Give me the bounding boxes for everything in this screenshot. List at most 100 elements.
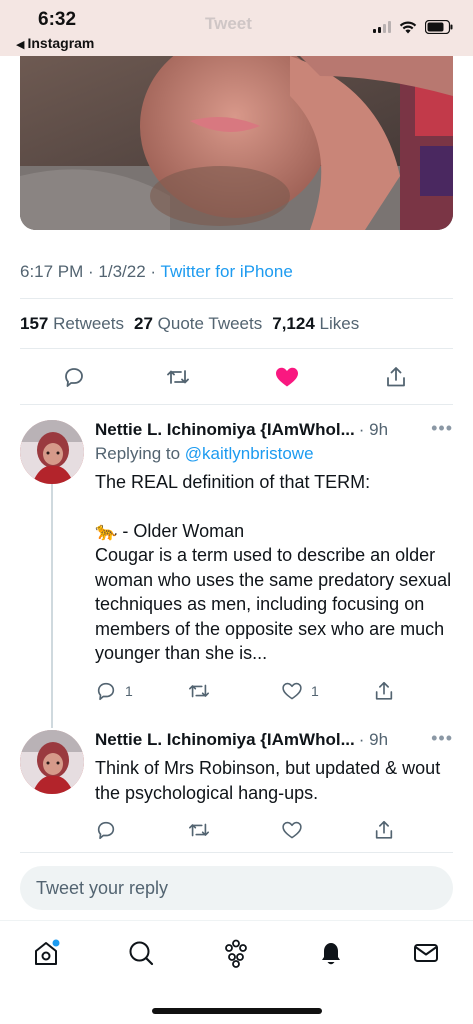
more-options-icon[interactable]: ••• <box>431 418 453 439</box>
tab-messages[interactable] <box>406 933 446 973</box>
share-button[interactable] <box>373 819 395 841</box>
quotes-label: Quote Tweets <box>157 314 263 333</box>
reply-action-bar <box>95 819 453 847</box>
like-button[interactable]: 1 <box>281 680 319 702</box>
leopard-emoji: 🐆 <box>95 520 118 541</box>
replying-handle-link[interactable]: @kaitlynbristowe <box>185 444 314 463</box>
bell-filled-icon <box>322 943 340 965</box>
retweet-button[interactable] <box>187 819 211 841</box>
wifi-icon <box>399 21 417 33</box>
reply-text: The REAL definition of that TERM: 🐆 - Ol… <box>95 470 453 666</box>
status-time: 6:32 <box>38 9 77 30</box>
share-icon <box>387 367 405 387</box>
reply-header: Nettie L. Ichinomiya {IAmWhol... · 9h ••… <box>95 418 453 440</box>
reply-line: Cougar is a term used to describe an old… <box>95 545 452 663</box>
share-button[interactable] <box>379 360 413 394</box>
reply-line: The REAL definition of that TERM: <box>95 472 371 492</box>
like-count: 1 <box>311 682 319 699</box>
reply-content: Nettie L. Ichinomiya {IAmWhol... · 9h ••… <box>95 728 453 847</box>
divider <box>20 404 453 405</box>
reply-text: Think of Mrs Robinson, but updated & wou… <box>95 756 453 805</box>
tweet-timestamp: 6:17 PM · 1/3/22 · Twitter for iPhone <box>20 262 293 281</box>
home-icon <box>35 939 60 965</box>
reply-line: 🐆 - Older Woman <box>95 519 453 544</box>
tab-notifications[interactable] <box>311 933 351 973</box>
reply-icon <box>97 821 115 840</box>
reply-icon <box>65 368 83 387</box>
tweet-action-bar <box>20 360 453 396</box>
home-indicator[interactable] <box>152 1008 322 1014</box>
avatar[interactable] <box>20 420 84 484</box>
retweets-count: 157 <box>20 314 49 333</box>
replying-prefix: Replying to <box>95 444 185 463</box>
reply-input[interactable] <box>20 866 453 910</box>
header-title: Tweet <box>205 14 252 33</box>
tweet-source-link[interactable]: Twitter for iPhone <box>161 262 293 281</box>
tab-home[interactable] <box>26 933 66 973</box>
like-button[interactable] <box>270 360 304 394</box>
likes-stat[interactable]: 7,124 Likes <box>272 314 359 334</box>
search-icon <box>129 941 154 966</box>
spaces-icon <box>225 939 247 968</box>
reply-line-text: - Older Woman <box>117 520 245 541</box>
tweet-date: 1/3/22 <box>98 262 146 281</box>
mail-icon <box>414 944 438 962</box>
likes-label: Likes <box>319 314 360 333</box>
retweet-icon <box>167 370 189 384</box>
retweets-label: Retweets <box>53 314 124 333</box>
divider <box>20 348 453 349</box>
retweet-icon <box>189 823 209 837</box>
reply-content: Nettie L. Ichinomiya {IAmWhol... · 9h ••… <box>95 418 453 708</box>
likes-count: 7,124 <box>272 314 315 333</box>
heart-filled-icon <box>276 367 298 387</box>
reply-time: · 9h <box>358 420 389 439</box>
share-icon <box>375 681 393 700</box>
reply-button[interactable] <box>57 360 91 394</box>
heart-icon <box>282 682 302 699</box>
bottom-tab-bar <box>0 920 473 980</box>
author-name[interactable]: Nettie L. Ichinomiya {IAmWhol... <box>95 420 355 440</box>
reply-header: Nettie L. Ichinomiya {IAmWhol... · 9h ••… <box>95 728 453 750</box>
reply-count: 1 <box>125 682 133 699</box>
reply-icon <box>97 682 115 700</box>
back-to-app-link[interactable]: ◀ Instagram <box>16 35 94 51</box>
tweet-media-image[interactable] <box>20 56 453 230</box>
reply-button[interactable]: 1 <box>95 680 133 702</box>
photo-illustration <box>20 56 453 230</box>
reply-button[interactable] <box>95 819 117 841</box>
more-options-icon[interactable]: ••• <box>431 728 453 749</box>
quotes-count: 27 <box>133 314 153 333</box>
avatar[interactable] <box>20 730 84 794</box>
like-button[interactable] <box>281 819 303 841</box>
back-app-label: Instagram <box>27 35 95 51</box>
reply-line: Think of Mrs Robinson, but updated & wou… <box>95 758 441 803</box>
tab-spaces[interactable] <box>216 933 256 973</box>
retweet-icon <box>189 684 209 697</box>
reply-action-bar: 1 1 <box>95 680 453 708</box>
status-bar: 6:32 Tweet ◀ Instagram <box>0 0 473 56</box>
thread-connector-line <box>51 484 53 728</box>
retweet-button[interactable] <box>187 680 211 702</box>
reply-time: · 9h <box>358 730 389 749</box>
share-icon <box>375 820 393 839</box>
heart-icon <box>282 821 302 839</box>
cellular-signal-icon <box>373 21 391 33</box>
tweet-time: 6:17 PM <box>20 262 84 281</box>
status-icons <box>373 20 453 34</box>
avatar-image <box>20 420 84 484</box>
divider <box>20 298 453 299</box>
author-name[interactable]: Nettie L. Ichinomiya {IAmWhol... <box>95 730 355 750</box>
retweet-button[interactable] <box>161 360 195 394</box>
retweets-stat[interactable]: 157 Retweets <box>20 314 124 334</box>
divider <box>20 852 453 853</box>
back-triangle-icon: ◀ <box>16 39 25 51</box>
reply-composer[interactable] <box>20 866 453 910</box>
quote-tweets-stat[interactable]: 27 Quote Tweets <box>134 314 262 334</box>
tweet-stats: 157 Retweets 27 Quote Tweets 7,124 Likes <box>20 314 359 334</box>
battery-icon <box>425 20 453 34</box>
share-button[interactable] <box>373 680 395 702</box>
avatar-image <box>20 730 84 794</box>
replying-to: Replying to @kaitlynbristowe <box>95 444 453 464</box>
tab-search[interactable] <box>121 933 161 973</box>
